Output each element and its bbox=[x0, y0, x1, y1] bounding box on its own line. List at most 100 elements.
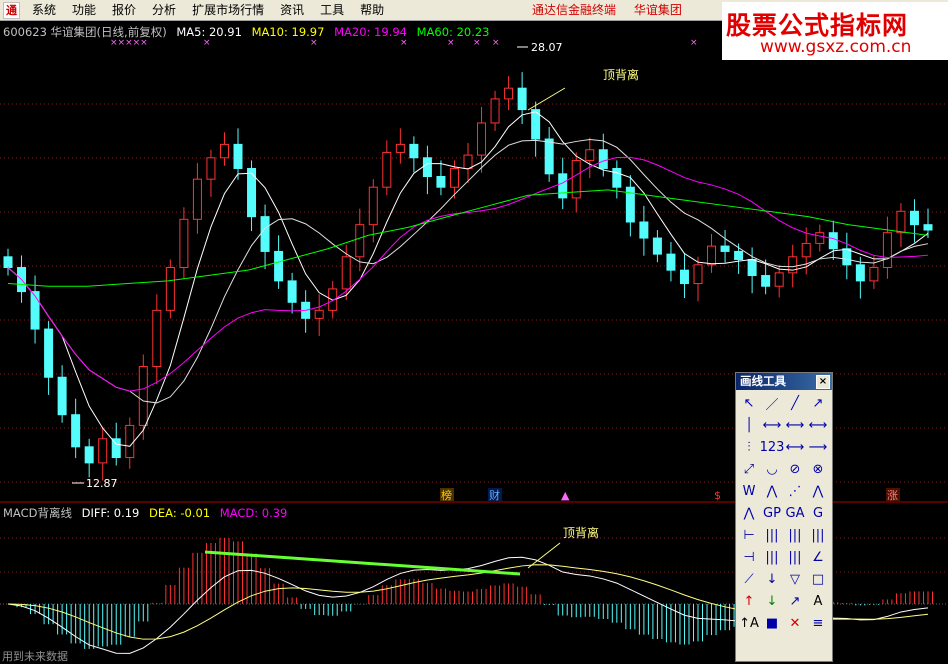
candle-body bbox=[179, 218, 189, 269]
draw-tool-41-icon[interactable]: ■ bbox=[761, 613, 783, 634]
draw-tool-37-icon[interactable]: ↓ bbox=[761, 591, 783, 612]
candle-body bbox=[3, 256, 13, 269]
low-price-label: 12.87 bbox=[86, 477, 118, 490]
draw-tool-33-icon[interactable]: ↓ bbox=[761, 569, 783, 590]
event-marker-cai[interactable]: 财 bbox=[489, 488, 500, 502]
draw-tool-22-icon[interactable]: GA bbox=[784, 503, 806, 524]
draw-tool-4-icon[interactable]: │ bbox=[738, 415, 760, 436]
tool-grid: ↖ ／ ╱ ↗ │ ⟷ ⟷ ⟷ ⫶ 123 ⟷ ⟶ ⤢ ◡ ⊘ ⊗ W ⋀ ⋰ ⋀ ⋀ GP GA G ⊢ ||| ||| ||| ⊣ |… bbox=[736, 390, 832, 637]
macd-value: MACD: 0.39 bbox=[219, 506, 288, 520]
ma20-line bbox=[7, 156, 929, 392]
draw-tool-39-icon[interactable]: A bbox=[807, 591, 829, 612]
draw-tool-34-icon[interactable]: ▽ bbox=[784, 569, 806, 590]
draw-tool-2-icon[interactable]: ╱ bbox=[784, 393, 806, 414]
draw-tool-5-icon[interactable]: ⟷ bbox=[761, 415, 783, 436]
candle-body bbox=[449, 167, 459, 188]
draw-tool-25-icon[interactable]: ||| bbox=[761, 525, 783, 546]
draw-tool-20-icon[interactable]: ⋀ bbox=[738, 503, 760, 524]
macd-indicator-name: MACD背离线 bbox=[3, 506, 72, 520]
draw-tool-30-icon[interactable]: ||| bbox=[784, 547, 806, 568]
candle-body bbox=[219, 143, 229, 159]
candle-body bbox=[422, 157, 432, 178]
draw-tool-14-icon[interactable]: ⊘ bbox=[784, 459, 806, 480]
draw-tool-12-icon[interactable]: ⤢ bbox=[738, 459, 760, 480]
event-marker-dollar[interactable]: $ bbox=[714, 489, 721, 502]
draw-tool-38-icon[interactable]: ↗ bbox=[784, 591, 806, 612]
draw-tool-24-icon[interactable]: ⊢ bbox=[738, 525, 760, 546]
draw-tool-10-icon[interactable]: ⟷ bbox=[784, 437, 806, 458]
draw-tool-31-icon[interactable]: ∠ bbox=[807, 547, 829, 568]
stock-code-name: 600623 华谊集团(日线,前复权) bbox=[3, 25, 167, 39]
draw-tool-7-icon[interactable]: ⟷ bbox=[807, 415, 829, 436]
close-icon[interactable]: × bbox=[816, 375, 830, 389]
candle-body bbox=[612, 167, 622, 188]
candle-body bbox=[84, 446, 94, 464]
candle-body bbox=[707, 245, 717, 266]
candle-body bbox=[666, 253, 676, 271]
candle-body bbox=[30, 291, 40, 330]
candle-body bbox=[409, 143, 419, 159]
draw-tool-23-icon[interactable]: G bbox=[807, 503, 829, 524]
candle-body bbox=[382, 151, 392, 188]
ma10-value: MA10: 19.97 bbox=[251, 25, 325, 39]
candle-body bbox=[693, 264, 703, 285]
candle-body bbox=[98, 438, 108, 464]
price-annotation-arrow bbox=[527, 87, 566, 111]
candle-body bbox=[585, 149, 595, 161]
candle-body bbox=[598, 149, 608, 169]
candle-body bbox=[44, 328, 54, 378]
draw-tool-36-icon[interactable]: ↑ bbox=[738, 591, 760, 612]
diff-value: DIFF: 0.19 bbox=[81, 506, 140, 520]
draw-tool-19-icon[interactable]: ⋀ bbox=[807, 481, 829, 502]
draw-tool-28-icon[interactable]: ⊣ bbox=[738, 547, 760, 568]
draw-tool-6-icon[interactable]: ⟷ bbox=[784, 415, 806, 436]
draw-tool-1-icon[interactable]: ／ bbox=[761, 393, 783, 414]
draw-tool-0-icon[interactable]: ↖ bbox=[738, 393, 760, 414]
candle-body bbox=[639, 221, 649, 239]
draw-tool-27-icon[interactable]: ||| bbox=[807, 525, 829, 546]
draw-tool-17-icon[interactable]: ⋀ bbox=[761, 481, 783, 502]
draw-tool-11-icon[interactable]: ⟶ bbox=[807, 437, 829, 458]
draw-tool-21-icon[interactable]: GP bbox=[761, 503, 783, 524]
draw-tool-26-icon[interactable]: ||| bbox=[784, 525, 806, 546]
svg-text:×: × bbox=[690, 38, 698, 48]
drawing-tools-palette[interactable]: 画线工具 × ↖ ／ ╱ ↗ │ ⟷ ⟷ ⟷ ⫶ 123 ⟷ ⟶ ⤢ ◡ ⊘ ⊗ W ⋀ ⋰ ⋀ ⋀ GP GA G ⊢ ||| |… bbox=[735, 372, 833, 662]
event-marker-bang[interactable]: 榜 bbox=[441, 488, 452, 502]
macd-divergence-annotation: 顶背离 bbox=[563, 525, 599, 540]
draw-tool-16-icon[interactable]: W bbox=[738, 481, 760, 502]
draw-tool-35-icon[interactable]: □ bbox=[807, 569, 829, 590]
draw-tool-42-icon[interactable]: ✕ bbox=[784, 613, 806, 634]
draw-tool-3-icon[interactable]: ↗ bbox=[807, 393, 829, 414]
site-watermark: 股票公式指标网 www.gsxz.com.cn bbox=[722, 2, 948, 60]
draw-tool-9-icon[interactable]: 123 bbox=[760, 437, 785, 458]
ma5-value: MA5: 20.91 bbox=[176, 25, 242, 39]
high-price-label: 28.07 bbox=[531, 41, 563, 54]
candle-body bbox=[855, 264, 865, 282]
draw-tool-29-icon[interactable]: ||| bbox=[761, 547, 783, 568]
palette-title: 画线工具 bbox=[740, 374, 786, 388]
candle-body bbox=[206, 157, 216, 180]
palette-title-bar[interactable]: 画线工具 × bbox=[736, 373, 832, 390]
draw-tool-8-icon[interactable]: ⫶ bbox=[738, 437, 760, 458]
candle-body bbox=[652, 237, 662, 255]
draw-tool-13-icon[interactable]: ◡ bbox=[761, 459, 783, 480]
draw-tool-32-icon[interactable]: ⟋ bbox=[738, 569, 760, 590]
candle-body bbox=[260, 216, 270, 252]
candle-body bbox=[233, 143, 243, 169]
macd-annotation-arrow bbox=[527, 542, 561, 569]
candle-body bbox=[869, 267, 879, 282]
candle-body bbox=[544, 138, 554, 175]
candle-body bbox=[463, 154, 473, 169]
draw-tool-15-icon[interactable]: ⊗ bbox=[807, 459, 829, 480]
price-divergence-annotation: 顶背离 bbox=[603, 67, 639, 82]
event-marker-zhang[interactable]: 涨 bbox=[887, 489, 898, 502]
draw-tool-40-icon[interactable]: ↑A bbox=[738, 613, 760, 634]
status-text: 用到未来数据 bbox=[2, 650, 68, 663]
draw-tool-43-icon[interactable]: ≡ bbox=[807, 613, 829, 634]
draw-tool-18-icon[interactable]: ⋰ bbox=[784, 481, 806, 502]
macd-info-line: MACD背离线 DIFF: 0.19 DEA: -0.01 MACD: 0.39 bbox=[3, 505, 293, 521]
candle-body bbox=[368, 186, 378, 226]
candle-body bbox=[355, 224, 365, 258]
candle-body bbox=[815, 232, 825, 244]
event-marker-triangle-icon[interactable]: ▲ bbox=[561, 489, 570, 502]
